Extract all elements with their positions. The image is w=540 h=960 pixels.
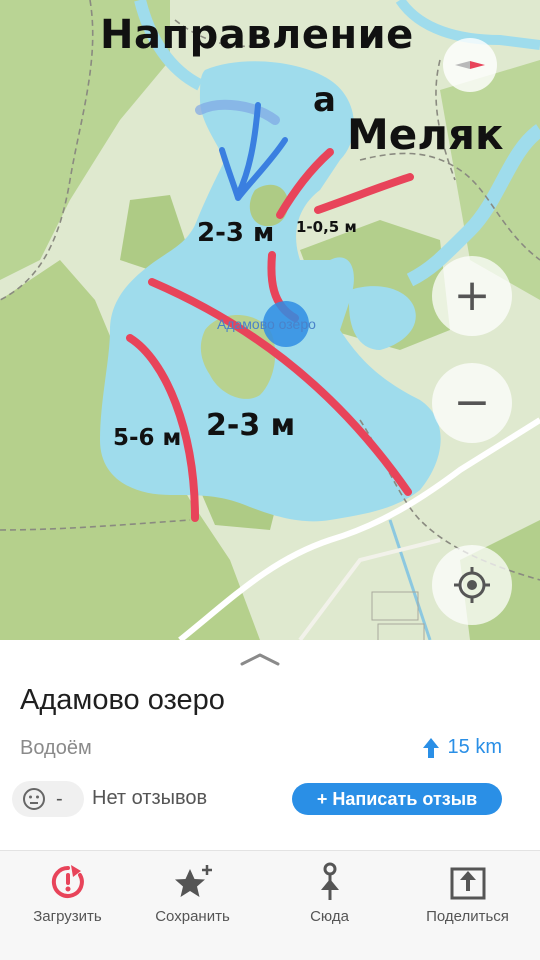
minus-icon: − [453, 377, 491, 428]
lake-label: Адамово озеро [217, 316, 316, 332]
tab-label: Загрузить [33, 908, 102, 925]
plus-icon: + [453, 270, 491, 321]
share-icon [450, 867, 485, 900]
place-card: Адамово озеро Водоём 15 km - Нет отзывов… [0, 640, 540, 850]
depth-label: 2-3 м [197, 218, 275, 248]
place-title: Адамово озеро [20, 684, 225, 716]
crosshair-icon [454, 567, 490, 603]
depth-line [314, 173, 414, 214]
write-review-button[interactable]: + Написать отзыв [292, 783, 502, 815]
map-view[interactable]: Адамово озеро Направление а Меляк 2-3 м … [0, 0, 540, 640]
tab-route-here[interactable]: Сюда [262, 851, 397, 931]
bottom-toolbar: Загрузить Сохранить Сюда Поделиться [0, 850, 540, 930]
tab-share[interactable]: Поделиться [400, 851, 535, 931]
place-type: Водоём [20, 737, 92, 759]
bottom-safe-area [0, 930, 540, 960]
compass-icon [455, 61, 485, 69]
my-location-button[interactable] [432, 545, 512, 625]
star-plus-icon [174, 865, 212, 897]
zoom-in-button[interactable]: + [432, 256, 512, 336]
tab-label: Сюда [310, 908, 349, 925]
depth-label: 2-3 м [206, 408, 296, 443]
compass-button[interactable] [443, 38, 497, 92]
tab-label: Поделиться [426, 908, 509, 925]
rating-value: - [56, 787, 63, 810]
building [377, 623, 425, 640]
depth-label: 1-0,5 м [296, 218, 357, 236]
route-pin-icon [320, 862, 339, 900]
tab-label: Сохранить [155, 908, 230, 925]
tab-download[interactable]: Загрузить [0, 851, 135, 931]
building [371, 591, 419, 621]
zoom-out-button[interactable]: − [432, 363, 512, 443]
annotation-direction: Направление [100, 12, 414, 58]
annotation-a: а [313, 80, 336, 120]
distance-indicator: 15 km [422, 736, 502, 759]
tab-save[interactable]: Сохранить [125, 851, 260, 931]
neutral-face-icon [23, 788, 45, 810]
depth-label: 5-6 м [113, 425, 182, 451]
arrow-up-icon [422, 737, 439, 758]
chevron-up-icon[interactable] [240, 652, 280, 666]
download-clock-icon [51, 865, 84, 898]
reviews-text: Нет отзывов [92, 787, 208, 809]
rating-chip[interactable]: - [12, 781, 84, 817]
distance-value: 15 km [447, 736, 502, 758]
annotation-melyak: Меляк [347, 110, 504, 159]
stream [388, 519, 432, 640]
road [298, 538, 441, 640]
